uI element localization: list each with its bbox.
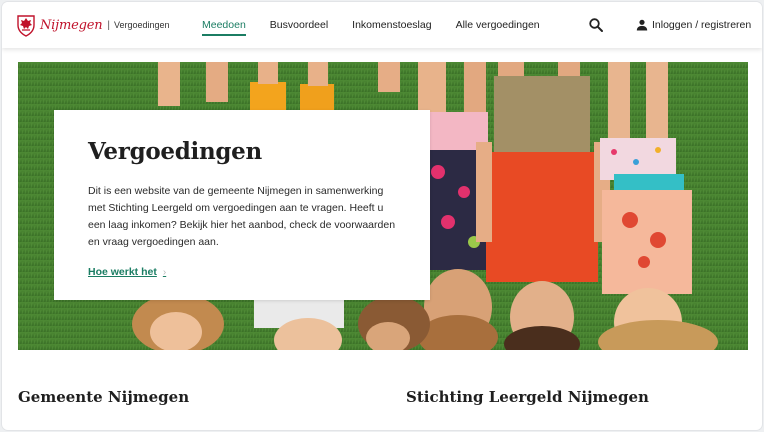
logo-subtitle: Vergoedingen <box>113 20 170 30</box>
main-nav: Meedoen Busvoordeel Inkomenstoeslag Alle… <box>202 2 564 48</box>
nav-item-alle-vergoedingen[interactable]: Alle vergoedingen <box>456 2 540 48</box>
search-icon <box>589 18 603 32</box>
logo-wordmark: Nijmegen <box>40 17 103 33</box>
section-title-leergeld: Stichting Leergeld Nijmegen <box>406 388 649 406</box>
user-icon <box>636 19 648 31</box>
hero-description: Dit is een website van de gemeente Nijme… <box>88 185 396 248</box>
chevron-right-icon: › <box>162 266 167 278</box>
search-button[interactable] <box>588 17 604 33</box>
logo-separator: | <box>107 19 110 31</box>
login-label: Inloggen / registreren <box>652 19 752 31</box>
crest-icon <box>17 15 35 37</box>
site-header: Nijmegen | Vergoedingen Meedoen Busvoord… <box>2 2 762 48</box>
nav-item-busvoordeel[interactable]: Busvoordeel <box>270 2 328 48</box>
login-button[interactable]: Inloggen / registreren <box>636 2 751 48</box>
page-title: Vergoedingen <box>88 138 262 165</box>
nav-item-inkomenstoeslag[interactable]: Inkomenstoeslag <box>352 2 431 48</box>
section-title-gemeente: Gemeente Nijmegen <box>18 388 190 406</box>
nav-item-meedoen[interactable]: Meedoen <box>202 2 246 48</box>
logo-link[interactable]: Nijmegen | Vergoedingen <box>16 12 170 38</box>
how-it-works-label: Hoe werkt het <box>88 266 157 278</box>
page: Nijmegen | Vergoedingen Meedoen Busvoord… <box>2 2 762 430</box>
how-it-works-link[interactable]: Hoe werkt het › <box>88 266 166 278</box>
hero-card: Vergoedingen Dit is een website van de g… <box>54 110 430 300</box>
